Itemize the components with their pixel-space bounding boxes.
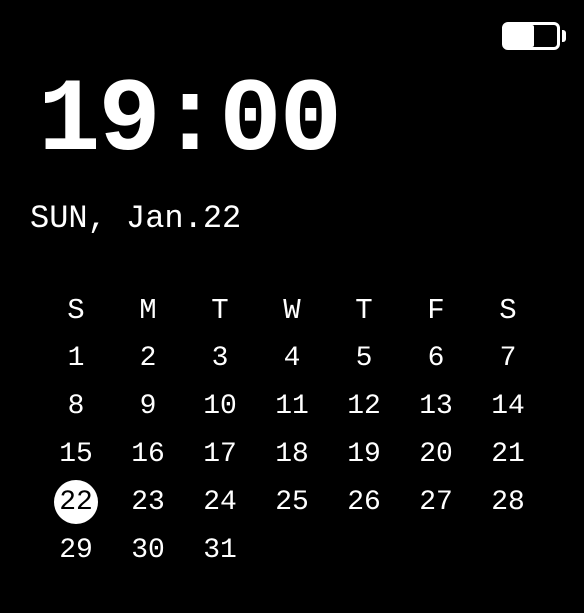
calendar-day: 24 xyxy=(184,478,256,526)
calendar: S M T W T F S 1 2 3 4 5 6 7 8 9 10 11 12… xyxy=(40,286,544,574)
calendar-day: 19 xyxy=(328,430,400,478)
calendar-day: 5 xyxy=(328,334,400,382)
calendar-day: 7 xyxy=(472,334,544,382)
battery-nub xyxy=(562,30,566,42)
calendar-day: 16 xyxy=(112,430,184,478)
calendar-day: 26 xyxy=(328,478,400,526)
calendar-day: 14 xyxy=(472,382,544,430)
weekday-label: M xyxy=(112,286,184,334)
calendar-day: 20 xyxy=(400,430,472,478)
calendar-day: 9 xyxy=(112,382,184,430)
calendar-week-row: 1 2 3 4 5 6 7 xyxy=(40,334,544,382)
clock-date: SUN, Jan.22 xyxy=(30,200,241,237)
calendar-day xyxy=(328,526,400,574)
calendar-day: 27 xyxy=(400,478,472,526)
weekday-label: W xyxy=(256,286,328,334)
battery-fill xyxy=(505,25,534,47)
calendar-day xyxy=(472,526,544,574)
weekday-label: T xyxy=(184,286,256,334)
calendar-day: 25 xyxy=(256,478,328,526)
calendar-day-today: 22 xyxy=(40,478,112,526)
calendar-day: 15 xyxy=(40,430,112,478)
calendar-day: 10 xyxy=(184,382,256,430)
calendar-day: 28 xyxy=(472,478,544,526)
calendar-day: 8 xyxy=(40,382,112,430)
calendar-day: 18 xyxy=(256,430,328,478)
calendar-header-row: S M T W T F S xyxy=(40,286,544,334)
calendar-day: 4 xyxy=(256,334,328,382)
weekday-label: S xyxy=(472,286,544,334)
calendar-day: 11 xyxy=(256,382,328,430)
weekday-label: S xyxy=(40,286,112,334)
calendar-day: 17 xyxy=(184,430,256,478)
calendar-week-row: 15 16 17 18 19 20 21 xyxy=(40,430,544,478)
calendar-week-row: 8 9 10 11 12 13 14 xyxy=(40,382,544,430)
calendar-day: 13 xyxy=(400,382,472,430)
calendar-day: 29 xyxy=(40,526,112,574)
calendar-day: 30 xyxy=(112,526,184,574)
calendar-day: 2 xyxy=(112,334,184,382)
calendar-week-row: 29 30 31 xyxy=(40,526,544,574)
clock-time: 19:00 xyxy=(38,70,340,174)
calendar-week-row: 22 23 24 25 26 27 28 xyxy=(40,478,544,526)
calendar-day: 6 xyxy=(400,334,472,382)
calendar-day: 21 xyxy=(472,430,544,478)
calendar-day: 1 xyxy=(40,334,112,382)
calendar-day: 23 xyxy=(112,478,184,526)
weekday-label: F xyxy=(400,286,472,334)
calendar-day: 3 xyxy=(184,334,256,382)
calendar-day: 31 xyxy=(184,526,256,574)
calendar-day xyxy=(256,526,328,574)
calendar-day: 12 xyxy=(328,382,400,430)
battery-body xyxy=(502,22,560,50)
weekday-label: T xyxy=(328,286,400,334)
calendar-day xyxy=(400,526,472,574)
battery-indicator xyxy=(502,22,566,50)
